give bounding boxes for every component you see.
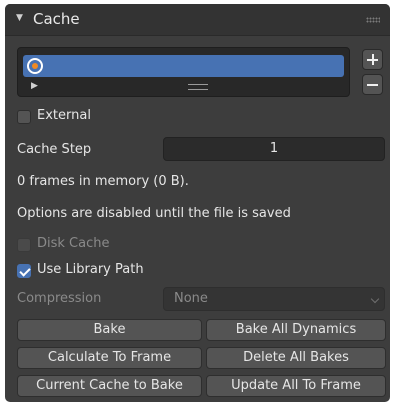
cache-step-label: Cache Step: [17, 142, 92, 157]
disk-cache-checkbox[interactable]: [17, 238, 31, 252]
remove-cache-button[interactable]: [362, 74, 383, 95]
use-library-path-checkbox[interactable]: [17, 264, 31, 278]
list-expand-icon[interactable]: ▶: [31, 81, 38, 91]
compression-label: Compression: [17, 291, 102, 306]
minus-icon: [367, 84, 378, 86]
chevron-down-icon: [370, 294, 380, 304]
delete-all-bakes-button[interactable]: Delete All Bakes: [206, 347, 386, 369]
drag-grip-icon[interactable]: [366, 17, 380, 23]
collapse-triangle-icon[interactable]: ▼: [16, 13, 23, 23]
compression-dropdown[interactable]: None: [163, 287, 385, 311]
compression-value: None: [174, 291, 208, 306]
cache-step-field[interactable]: 1: [163, 137, 385, 161]
panel-title: Cache: [33, 10, 80, 28]
disabled-notice: Options are disabled until the file is s…: [17, 206, 291, 221]
update-all-to-frame-button[interactable]: Update All To Frame: [206, 375, 386, 397]
list-resize-handle[interactable]: [188, 84, 208, 90]
frames-in-memory-info: 0 frames in memory (0 B).: [17, 174, 189, 189]
cache-list-item[interactable]: [23, 55, 344, 77]
point-cache-icon: [27, 58, 43, 74]
cache-list[interactable]: ▶: [17, 47, 350, 97]
bake-all-dynamics-button[interactable]: Bake All Dynamics: [206, 319, 386, 341]
current-cache-to-bake-button[interactable]: Current Cache to Bake: [17, 375, 202, 397]
external-label: External: [37, 108, 91, 123]
cache-panel: ▼ Cache ▶ External Cache Step 1 0 frames…: [5, 4, 390, 402]
calculate-to-frame-button[interactable]: Calculate To Frame: [17, 347, 202, 369]
use-library-path-label: Use Library Path: [37, 262, 144, 277]
panel-header[interactable]: ▼ Cache: [5, 4, 390, 36]
disk-cache-label: Disk Cache: [37, 236, 110, 251]
add-cache-button[interactable]: [362, 49, 383, 70]
external-checkbox[interactable]: [17, 110, 31, 124]
bake-button[interactable]: Bake: [17, 319, 202, 341]
plus-icon-vertical: [372, 54, 374, 65]
